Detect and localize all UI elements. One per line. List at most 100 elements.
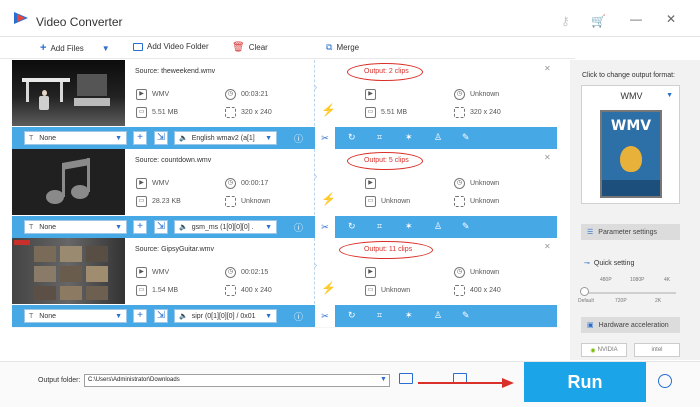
export-subtitle-button[interactable]: ⇲ (154, 131, 168, 145)
output-size: ▭ Unknown (365, 285, 410, 296)
file-icon: ▭ (365, 285, 376, 296)
chevron-right-icon: › (314, 82, 318, 93)
subtitle-icon: T (29, 312, 34, 320)
cart-icon[interactable]: 🛒 (591, 14, 606, 28)
quick-setting-tick: 1080P (630, 277, 645, 283)
edit-icon[interactable]: ✎ (462, 310, 470, 321)
quick-setting-tick: 2K (655, 298, 662, 304)
effects-icon[interactable]: ✶ (405, 221, 413, 232)
add-files-label: Add Files (50, 43, 84, 53)
effects-icon[interactable]: ✶ (405, 132, 413, 143)
audio-track-select[interactable]: 🔈 English wmav2 (a[1] ▼ (174, 131, 277, 145)
subtitle-select[interactable]: T None ▼ (24, 131, 127, 145)
info-icon[interactable]: ⓘ (294, 310, 303, 323)
info-icon[interactable]: ⓘ (294, 221, 303, 234)
output-clips-label[interactable]: Output: 2 clips (364, 68, 409, 75)
clock-icon: ◷ (454, 89, 465, 100)
key-icon[interactable]: ⚷ (561, 14, 570, 28)
run-button[interactable]: Run (524, 362, 646, 402)
crop-icon[interactable]: ⌗ (377, 310, 382, 321)
edit-icon[interactable]: ✎ (462, 221, 470, 232)
add-subtitle-button[interactable]: + (133, 309, 147, 323)
source-duration: ◷ 00:02:15 (225, 267, 268, 278)
quick-setting-tick: Default (578, 298, 594, 304)
title-bar: Video Converter ⚷ 🛒 — ✕ (0, 0, 700, 37)
remove-task-button[interactable]: ✕ (544, 153, 551, 162)
watermark-icon[interactable]: ♙ (434, 310, 442, 321)
quick-setting-slider-knob[interactable] (580, 287, 589, 296)
minimize-button[interactable]: — (630, 12, 642, 26)
alarm-clock-icon[interactable] (658, 374, 672, 388)
add-files-button[interactable]: + Add Files ▼ (40, 42, 110, 54)
output-folder-dropdown-icon[interactable]: ▼ (380, 376, 387, 383)
audio-track-select[interactable]: 🔈 sipr (0[1][0][0] / 0x01 ▼ (174, 309, 277, 323)
output-duration: ◷ Unknown (454, 178, 499, 189)
source-resolution: 320 x 240 (225, 107, 272, 118)
output-format: ▶ (365, 89, 376, 100)
subtitle-select[interactable]: T None ▼ (24, 220, 127, 234)
cut-icon[interactable]: ✂ (315, 305, 335, 327)
cut-icon[interactable]: ✂ (315, 127, 335, 149)
source-resolution: Unknown (225, 196, 270, 207)
output-clips-label[interactable]: Output: 11 clips (364, 246, 412, 253)
add-subtitle-button[interactable]: + (133, 131, 147, 145)
output-duration: ◷ Unknown (454, 267, 499, 278)
clock-icon: ◷ (225, 89, 236, 100)
output-clips-label[interactable]: Output: 5 clips (364, 157, 409, 164)
effects-icon[interactable]: ✶ (405, 310, 413, 321)
quick-setting-tick: 4K (664, 277, 671, 283)
add-video-folder-button[interactable]: Add Video Folder (133, 42, 209, 51)
remove-task-button[interactable]: ✕ (544, 242, 551, 251)
nvidia-logo: ◉ NVIDIA (581, 343, 627, 357)
info-icon[interactable]: ⓘ (294, 132, 303, 145)
chip-icon: ▣ (587, 322, 594, 329)
merge-button[interactable]: ⧉ Merge (326, 42, 359, 53)
quick-setting-slider[interactable] (584, 292, 676, 294)
output-folder-label: Output folder: (38, 377, 81, 384)
output-format: ▶ (365, 178, 376, 189)
music-note-icon (46, 158, 90, 204)
export-subtitle-button[interactable]: ⇲ (154, 220, 168, 234)
resolution-icon (454, 285, 465, 296)
add-files-dropdown-icon[interactable]: ▼ (102, 44, 110, 53)
output-format-selector[interactable]: WMV ▼ WMV (581, 85, 680, 204)
rotate-icon[interactable]: ↻ (348, 221, 356, 232)
parameter-settings-button[interactable]: ☰ Parameter settings (581, 224, 680, 240)
subtitle-select[interactable]: T None ▼ (24, 309, 127, 323)
edit-icon[interactable]: ✎ (462, 132, 470, 143)
audio-track-select[interactable]: 🔈 gsm_ms (1[0][0][0] . ▼ (174, 220, 277, 234)
rotate-icon[interactable]: ↻ (348, 132, 356, 143)
source-name: Source: countdown.wmv (135, 157, 212, 164)
watermark-icon[interactable]: ♙ (434, 221, 442, 232)
output-folder-input[interactable]: C:\Users\Administrator\Downloads (84, 374, 390, 387)
hardware-acceleration-label: Hardware acceleration (598, 321, 669, 329)
clock-icon: ◷ (225, 267, 236, 278)
remove-task-button[interactable]: ✕ (544, 64, 551, 73)
output-settings-panel: Click to change output format: WMV ▼ WMV… (570, 60, 700, 360)
resolution-icon (225, 107, 236, 118)
crop-icon[interactable]: ⌗ (377, 221, 382, 232)
watermark-icon[interactable]: ♙ (434, 132, 442, 143)
clear-label: Clear (248, 43, 268, 52)
hardware-acceleration-button[interactable]: ▣ Hardware acceleration (581, 317, 680, 333)
output-duration: ◷ Unknown (454, 89, 499, 100)
crop-icon[interactable]: ⌗ (377, 132, 382, 143)
file-icon: ▭ (365, 196, 376, 207)
export-subtitle-button[interactable]: ⇲ (154, 309, 168, 323)
cut-icon[interactable]: ✂ (315, 216, 335, 238)
app-title: Video Converter (36, 15, 123, 29)
speaker-icon: 🔈 (179, 313, 188, 320)
format-icon: ▶ (136, 267, 147, 278)
task-item: Source: GipsyGuitar.wmv ▶ WMV ◷ 00:02:15 ▭… (12, 238, 557, 327)
browse-folder-icon[interactable] (399, 373, 413, 384)
resolution-icon (454, 107, 465, 118)
close-window-button[interactable]: ✕ (666, 12, 676, 26)
quick-setting-tick: 480P (600, 277, 612, 283)
divider (314, 238, 315, 304)
add-subtitle-button[interactable]: + (133, 220, 147, 234)
rotate-icon[interactable]: ↻ (348, 310, 356, 321)
app-logo-icon (14, 12, 28, 24)
clear-button[interactable]: 🗑 Clear (232, 42, 268, 53)
quick-setting-tick: 720P (615, 298, 627, 304)
divider (314, 149, 315, 215)
